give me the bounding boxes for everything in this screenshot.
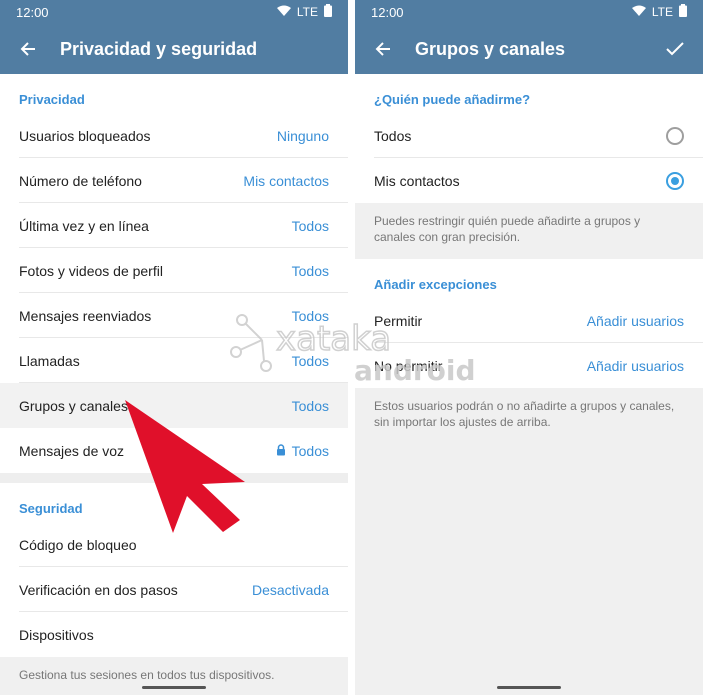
wifi-icon: [631, 5, 646, 19]
battery-icon: [679, 4, 687, 20]
gesture-bar[interactable]: [497, 686, 561, 689]
row-value: Ninguno: [276, 127, 329, 144]
privacy-section: Privacidad Usuarios bloqueados Ninguno N…: [0, 74, 348, 473]
row-label: Mensajes de voz: [19, 442, 125, 459]
row-phone-number[interactable]: Número de teléfono Mis contactos: [0, 158, 348, 203]
wifi-icon: [276, 5, 291, 19]
row-label: Mensajes reenviados: [19, 307, 152, 324]
row-value: Todos: [291, 217, 329, 234]
section-title-privacy: Privacidad: [19, 92, 85, 107]
row-never-allow[interactable]: No permitir Añadir usuarios: [355, 343, 703, 388]
row-two-step-verification[interactable]: Verificación en dos pasos Desactivada: [0, 567, 348, 612]
exceptions-section: Añadir excepciones Permitir Añadir usuar…: [355, 259, 703, 388]
who-can-add-section: ¿Quién puede añadirme? Todos Mis contact…: [355, 74, 703, 203]
option-label: Todos: [374, 127, 412, 144]
app-header: 12:00 LTE Grupos y canales: [355, 0, 703, 74]
lock-icon: [276, 443, 286, 459]
page-title: Privacidad y seguridad: [60, 38, 258, 59]
add-users-link[interactable]: Añadir usuarios: [587, 313, 684, 329]
row-blocked-users[interactable]: Usuarios bloqueados Ninguno: [0, 113, 348, 158]
status-bar: 12:00 LTE: [0, 0, 348, 24]
checkmark-icon[interactable]: [663, 37, 687, 61]
row-label: Usuarios bloqueados: [19, 127, 151, 144]
row-groups-channels[interactable]: Grupos y canales Todos: [0, 383, 348, 428]
status-icons: LTE: [631, 4, 687, 20]
section-title-who-can-add: ¿Quién puede añadirme?: [374, 92, 531, 107]
add-users-link[interactable]: Añadir usuarios: [587, 358, 684, 374]
row-label: Última vez y en línea: [19, 217, 149, 234]
row-value: Todos: [291, 262, 329, 279]
option-everybody[interactable]: Todos: [355, 113, 703, 158]
row-label: Fotos y videos de perfil: [19, 262, 163, 279]
status-bar: 12:00 LTE: [355, 0, 703, 24]
battery-icon: [324, 4, 332, 20]
row-voice-messages[interactable]: Mensajes de voz Todos: [0, 428, 348, 473]
app-header: 12:00 LTE Privacidad y seguridad: [0, 0, 348, 74]
who-can-add-note: Puedes restringir quién puede añadirte a…: [355, 203, 703, 259]
row-always-allow[interactable]: Permitir Añadir usuarios: [355, 298, 703, 343]
toolbar: Grupos y canales: [355, 24, 703, 74]
row-forwarded-messages[interactable]: Mensajes reenviados Todos: [0, 293, 348, 338]
row-label: Llamadas: [19, 352, 80, 369]
row-last-seen[interactable]: Última vez y en línea Todos: [0, 203, 348, 248]
row-label: Permitir: [374, 312, 423, 329]
radio-button-on[interactable]: [666, 171, 684, 190]
groups-channels-screen: 12:00 LTE Grupos y canales ¿Quién puede …: [355, 0, 703, 695]
row-label: Verificación en dos pasos: [19, 581, 178, 598]
row-value: Todos: [291, 352, 329, 369]
row-value: Desactivada: [251, 581, 329, 598]
privacy-security-screen: 12:00 LTE Privacidad y seguridad Privaci…: [0, 0, 348, 695]
row-label: No permitir: [374, 357, 443, 374]
row-devices[interactable]: Dispositivos: [0, 612, 348, 657]
row-value-text: Todos: [291, 442, 329, 459]
row-label: Código de bloqueo: [19, 536, 137, 553]
page-title: Grupos y canales: [415, 38, 566, 59]
screen-divider: [348, 0, 355, 695]
screenshot-composite: 12:00 LTE Privacidad y seguridad Privaci…: [0, 0, 703, 695]
row-calls[interactable]: Llamadas Todos: [0, 338, 348, 383]
exceptions-note: Estos usuarios podrán o no añadirte a gr…: [355, 388, 703, 440]
security-section: Seguridad Código de bloqueo Verificación…: [0, 483, 348, 657]
row-value: Todos: [291, 307, 329, 324]
toolbar: Privacidad y seguridad: [0, 24, 348, 74]
network-label: LTE: [296, 5, 318, 19]
back-arrow-icon[interactable]: [371, 37, 395, 61]
row-label: Dispositivos: [19, 626, 94, 643]
row-value: Mis contactos: [243, 172, 329, 189]
row-label: Grupos y canales: [19, 397, 128, 414]
row-label: Número de teléfono: [19, 172, 142, 189]
section-title-security: Seguridad: [19, 501, 83, 516]
row-value: Todos: [291, 397, 329, 414]
option-label: Mis contactos: [374, 172, 460, 189]
back-arrow-icon[interactable]: [16, 37, 40, 61]
row-value-locked: Todos: [276, 443, 329, 459]
radio-button-off[interactable]: [666, 126, 684, 145]
row-passcode-lock[interactable]: Código de bloqueo: [0, 522, 348, 567]
network-label: LTE: [651, 5, 673, 19]
option-my-contacts[interactable]: Mis contactos: [355, 158, 703, 203]
row-profile-photos[interactable]: Fotos y videos de perfil Todos: [0, 248, 348, 293]
status-time: 12:00: [371, 4, 404, 20]
devices-note: Gestiona tus sesiones en todos tus dispo…: [0, 657, 348, 695]
status-time: 12:00: [16, 4, 49, 20]
section-divider: [0, 473, 348, 483]
section-title-exceptions: Añadir excepciones: [374, 277, 497, 292]
status-icons: LTE: [276, 4, 332, 20]
gesture-bar[interactable]: [142, 686, 206, 689]
